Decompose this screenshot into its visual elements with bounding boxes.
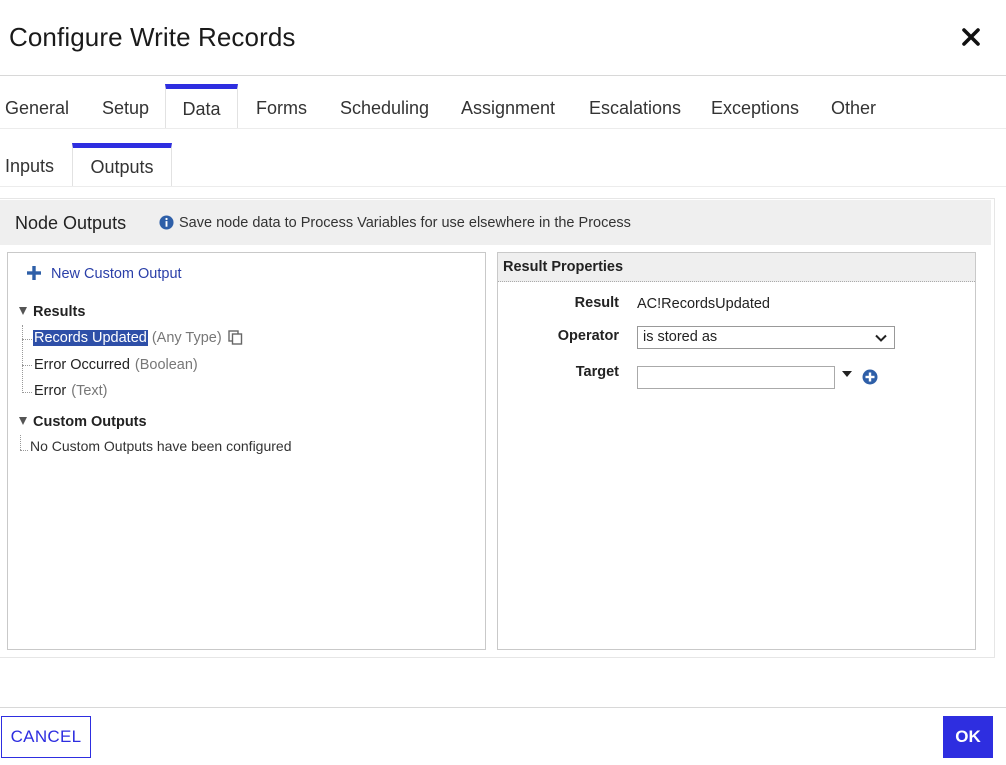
tab-data[interactable]: Data [165, 84, 238, 128]
new-custom-output-label: New Custom Output [51, 266, 182, 282]
dialog-title: Configure Write Records [9, 22, 296, 52]
tabbar-divider [0, 128, 1006, 129]
chevron-down-icon [875, 334, 887, 342]
section-info-text: Save node data to Process Variables for … [179, 215, 631, 231]
target-input[interactable] [637, 366, 835, 389]
custom-outputs-empty-note: No Custom Outputs have been configured [30, 438, 292, 454]
custom-outputs-group-label: Custom Outputs [33, 414, 147, 430]
add-variable-icon[interactable] [862, 369, 878, 385]
subtabbar-divider [0, 186, 1006, 187]
operator-label: Operator [557, 328, 619, 344]
tab-other[interactable]: Other [831, 84, 876, 128]
dropdown-caret-icon[interactable] [841, 369, 853, 379]
tree-connector [22, 392, 32, 393]
subtab-outputs[interactable]: Outputs [72, 143, 172, 186]
main-tabbar: General Setup Data Forms Scheduling Assi… [0, 84, 1006, 128]
close-icon [962, 28, 980, 46]
tree-connector [22, 339, 32, 340]
ok-button[interactable]: OK [943, 716, 993, 758]
cancel-button[interactable]: CANCEL [1, 716, 91, 758]
tab-scheduling[interactable]: Scheduling [340, 84, 429, 128]
plus-icon [27, 266, 41, 280]
result-item-type: (Any Type) [151, 330, 222, 346]
result-error-occurred[interactable]: Error Occurred (Boolean) [33, 357, 198, 373]
tab-forms[interactable]: Forms [256, 84, 307, 128]
new-custom-output-link[interactable]: New Custom Output [27, 266, 182, 282]
tab-setup[interactable]: Setup [102, 84, 149, 128]
result-item-type: (Boolean) [134, 357, 198, 373]
result-value: AC!RecordsUpdated [637, 296, 770, 312]
operator-select[interactable]: is stored as [637, 326, 895, 349]
tab-general[interactable]: General [5, 84, 69, 128]
tree-connector [20, 450, 28, 451]
tree-connector [22, 325, 23, 393]
section-header: Node Outputs Save node data to Process V… [0, 200, 991, 245]
tab-exceptions[interactable]: Exceptions [711, 84, 799, 128]
result-records-updated[interactable]: Records Updated (Any Type) [33, 330, 243, 346]
result-label: Result [574, 295, 619, 311]
section-title: Node Outputs [15, 213, 127, 233]
results-group-toggle[interactable]: Results [19, 304, 85, 320]
close-button[interactable] [958, 24, 984, 50]
tab-assignment[interactable]: Assignment [461, 84, 555, 128]
tree-connector [20, 435, 21, 450]
operator-selected-value: is stored as [643, 329, 718, 345]
target-label: Target [575, 364, 619, 380]
custom-outputs-group-toggle[interactable]: Custom Outputs [19, 414, 147, 430]
results-group-label: Results [33, 304, 86, 320]
outputs-tree-panel: New Custom Output Results Records Update… [7, 252, 486, 650]
result-properties-header: Result Properties [498, 253, 975, 282]
tree-connector [22, 365, 32, 366]
info-icon [159, 215, 174, 230]
tab-escalations[interactable]: Escalations [589, 84, 681, 128]
result-item-label: Records Updated [33, 330, 148, 346]
sub-tabbar: Inputs Outputs [0, 143, 1006, 186]
result-item-label: Error Occurred [34, 357, 130, 373]
collapse-triangle-icon [19, 307, 27, 315]
result-item-type: (Text) [71, 383, 108, 399]
title-divider [0, 75, 1006, 76]
subtab-inputs[interactable]: Inputs [5, 143, 54, 186]
result-properties-panel: Result Properties Result AC!RecordsUpdat… [497, 252, 976, 650]
footer-divider [0, 707, 1006, 708]
collapse-triangle-icon [19, 417, 27, 425]
result-error[interactable]: Error (Text) [33, 383, 107, 399]
result-item-label: Error [34, 383, 67, 399]
copy-icon[interactable] [228, 330, 243, 345]
result-properties-title: Result Properties [503, 259, 624, 275]
